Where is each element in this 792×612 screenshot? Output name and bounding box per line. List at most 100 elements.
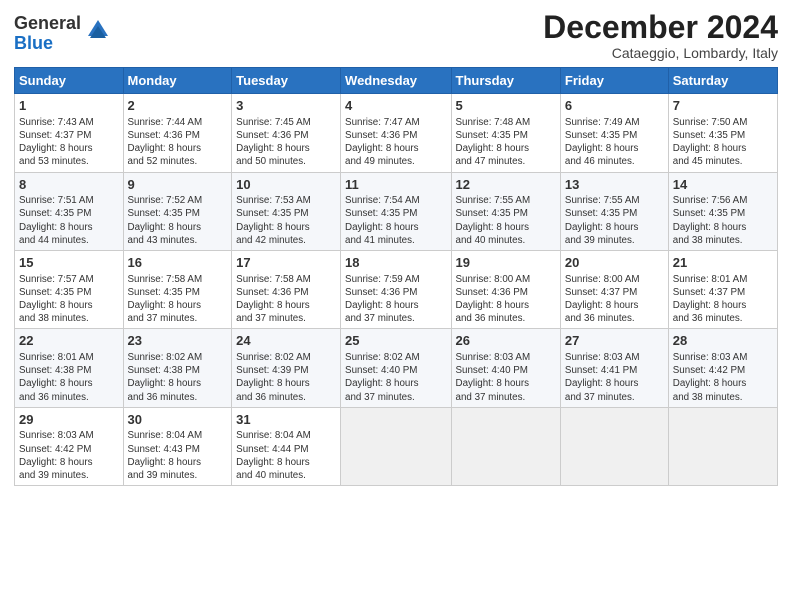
calendar-cell: 10Sunrise: 7:53 AMSunset: 4:35 PMDayligh…	[232, 172, 341, 250]
day-info-line: Daylight: 8 hours	[128, 142, 228, 155]
day-info-line: Sunrise: 7:59 AM	[345, 273, 446, 286]
day-info-line: Daylight: 8 hours	[128, 456, 228, 469]
main-container: General Blue December 2024 Cataeggio, Lo…	[0, 0, 792, 496]
day-info-line: and 36 minutes.	[19, 391, 119, 404]
calendar-cell: 28Sunrise: 8:03 AMSunset: 4:42 PMDayligh…	[668, 329, 777, 407]
day-number: 6	[565, 97, 664, 115]
calendar-cell: 15Sunrise: 7:57 AMSunset: 4:35 PMDayligh…	[15, 251, 124, 329]
day-number: 9	[128, 176, 228, 194]
day-info-line: and 47 minutes.	[456, 155, 556, 168]
day-info-line: and 38 minutes.	[673, 234, 773, 247]
day-info-line: Sunrise: 7:55 AM	[456, 194, 556, 207]
day-info-line: Daylight: 8 hours	[128, 299, 228, 312]
day-info-line: Sunrise: 7:56 AM	[673, 194, 773, 207]
calendar-cell: 8Sunrise: 7:51 AMSunset: 4:35 PMDaylight…	[15, 172, 124, 250]
day-info-line: Daylight: 8 hours	[236, 221, 336, 234]
calendar-cell	[560, 407, 668, 485]
day-info-line: Daylight: 8 hours	[19, 299, 119, 312]
day-info-line: and 37 minutes.	[345, 312, 446, 325]
logo: General Blue	[14, 14, 112, 54]
day-info-line: Daylight: 8 hours	[236, 377, 336, 390]
calendar-cell: 18Sunrise: 7:59 AMSunset: 4:36 PMDayligh…	[341, 251, 451, 329]
day-info-line: Daylight: 8 hours	[345, 299, 446, 312]
day-info-line: Sunrise: 8:03 AM	[456, 351, 556, 364]
day-info-line: Daylight: 8 hours	[19, 142, 119, 155]
day-info-line: Daylight: 8 hours	[456, 142, 556, 155]
day-number: 27	[565, 332, 664, 350]
day-info-line: Daylight: 8 hours	[673, 142, 773, 155]
day-number: 7	[673, 97, 773, 115]
day-info-line: Daylight: 8 hours	[345, 221, 446, 234]
day-info-line: Sunrise: 7:47 AM	[345, 116, 446, 129]
week-row-1: 1Sunrise: 7:43 AMSunset: 4:37 PMDaylight…	[15, 94, 778, 172]
day-number: 23	[128, 332, 228, 350]
week-row-2: 8Sunrise: 7:51 AMSunset: 4:35 PMDaylight…	[15, 172, 778, 250]
col-saturday: Saturday	[668, 68, 777, 94]
day-info-line: and 36 minutes.	[128, 391, 228, 404]
day-info-line: Sunset: 4:40 PM	[456, 364, 556, 377]
month-title: December 2024	[543, 10, 778, 45]
day-info-line: Daylight: 8 hours	[456, 377, 556, 390]
day-info-line: Sunset: 4:35 PM	[345, 207, 446, 220]
day-info-line: and 39 minutes.	[19, 469, 119, 482]
day-info-line: and 38 minutes.	[19, 312, 119, 325]
calendar-cell: 21Sunrise: 8:01 AMSunset: 4:37 PMDayligh…	[668, 251, 777, 329]
day-info-line: Sunset: 4:43 PM	[128, 443, 228, 456]
day-number: 18	[345, 254, 446, 272]
day-info-line: and 42 minutes.	[236, 234, 336, 247]
calendar-cell	[668, 407, 777, 485]
day-info-line: and 43 minutes.	[128, 234, 228, 247]
calendar-cell: 7Sunrise: 7:50 AMSunset: 4:35 PMDaylight…	[668, 94, 777, 172]
day-number: 8	[19, 176, 119, 194]
day-info-line: Daylight: 8 hours	[565, 299, 664, 312]
day-number: 5	[456, 97, 556, 115]
col-monday: Monday	[123, 68, 232, 94]
day-info-line: Sunset: 4:36 PM	[236, 286, 336, 299]
calendar-cell: 9Sunrise: 7:52 AMSunset: 4:35 PMDaylight…	[123, 172, 232, 250]
day-info-line: and 38 minutes.	[673, 391, 773, 404]
day-info-line: and 41 minutes.	[345, 234, 446, 247]
day-info-line: Sunset: 4:35 PM	[19, 207, 119, 220]
day-number: 10	[236, 176, 336, 194]
calendar-cell: 1Sunrise: 7:43 AMSunset: 4:37 PMDaylight…	[15, 94, 124, 172]
day-info-line: and 37 minutes.	[565, 391, 664, 404]
week-row-4: 22Sunrise: 8:01 AMSunset: 4:38 PMDayligh…	[15, 329, 778, 407]
day-number: 1	[19, 97, 119, 115]
day-number: 30	[128, 411, 228, 429]
day-info-line: Sunset: 4:40 PM	[345, 364, 446, 377]
day-number: 19	[456, 254, 556, 272]
day-info-line: Daylight: 8 hours	[345, 377, 446, 390]
day-info-line: Sunrise: 8:02 AM	[236, 351, 336, 364]
day-info-line: Sunrise: 7:58 AM	[236, 273, 336, 286]
title-block: December 2024 Cataeggio, Lombardy, Italy	[543, 10, 778, 61]
day-info-line: and 36 minutes.	[565, 312, 664, 325]
week-row-3: 15Sunrise: 7:57 AMSunset: 4:35 PMDayligh…	[15, 251, 778, 329]
day-info-line: Sunset: 4:37 PM	[565, 286, 664, 299]
calendar-cell: 25Sunrise: 8:02 AMSunset: 4:40 PMDayligh…	[341, 329, 451, 407]
day-info-line: and 40 minutes.	[456, 234, 556, 247]
day-number: 13	[565, 176, 664, 194]
day-info-line: Daylight: 8 hours	[565, 142, 664, 155]
day-info-line: Sunrise: 8:00 AM	[456, 273, 556, 286]
calendar-cell: 16Sunrise: 7:58 AMSunset: 4:35 PMDayligh…	[123, 251, 232, 329]
location-subtitle: Cataeggio, Lombardy, Italy	[543, 45, 778, 61]
day-info-line: Sunset: 4:35 PM	[673, 129, 773, 142]
day-info-line: Sunrise: 7:49 AM	[565, 116, 664, 129]
day-info-line: and 53 minutes.	[19, 155, 119, 168]
day-number: 20	[565, 254, 664, 272]
day-info-line: Daylight: 8 hours	[19, 377, 119, 390]
day-info-line: Daylight: 8 hours	[236, 456, 336, 469]
calendar-cell: 5Sunrise: 7:48 AMSunset: 4:35 PMDaylight…	[451, 94, 560, 172]
day-number: 11	[345, 176, 446, 194]
day-number: 25	[345, 332, 446, 350]
day-info-line: Sunrise: 7:53 AM	[236, 194, 336, 207]
day-info-line: Daylight: 8 hours	[456, 221, 556, 234]
day-number: 29	[19, 411, 119, 429]
calendar-cell: 22Sunrise: 8:01 AMSunset: 4:38 PMDayligh…	[15, 329, 124, 407]
day-info-line: and 45 minutes.	[673, 155, 773, 168]
day-info-line: Sunset: 4:38 PM	[19, 364, 119, 377]
day-info-line: Sunrise: 8:04 AM	[236, 429, 336, 442]
day-number: 26	[456, 332, 556, 350]
day-info-line: and 39 minutes.	[565, 234, 664, 247]
col-thursday: Thursday	[451, 68, 560, 94]
